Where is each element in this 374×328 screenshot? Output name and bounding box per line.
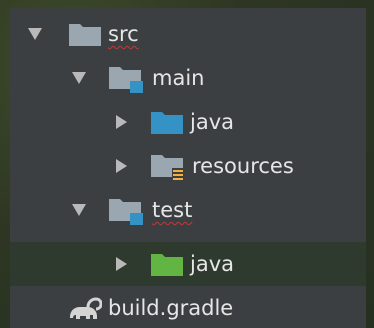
tree-item-main[interactable]: main bbox=[10, 56, 366, 100]
tree-item-build-gradle[interactable]: build.gradle bbox=[10, 286, 366, 328]
collapse-arrow-icon[interactable] bbox=[116, 257, 127, 271]
tree-item-label: java bbox=[190, 110, 234, 134]
tree-item-label: main bbox=[152, 66, 205, 90]
test-module-folder-icon bbox=[108, 196, 148, 230]
tree-item-label: test bbox=[152, 198, 193, 222]
folder-icon bbox=[68, 21, 102, 51]
project-tree-panel: src main java resources test java build.… bbox=[10, 8, 366, 328]
tree-item-label: resources bbox=[192, 154, 294, 178]
tree-item-test[interactable]: test bbox=[10, 188, 366, 232]
collapse-arrow-icon[interactable] bbox=[116, 115, 127, 129]
test-source-folder-icon bbox=[150, 251, 184, 281]
module-folder-icon bbox=[108, 64, 148, 98]
expand-arrow-icon[interactable] bbox=[72, 204, 86, 216]
tree-item-label: build.gradle bbox=[108, 296, 234, 320]
tree-item-java-test[interactable]: java bbox=[10, 242, 366, 286]
background: src main java resources test java build.… bbox=[0, 0, 374, 328]
tree-item-resources[interactable]: resources bbox=[10, 144, 366, 188]
tree-item-src[interactable]: src bbox=[10, 12, 366, 56]
expand-arrow-icon[interactable] bbox=[28, 28, 42, 40]
source-folder-icon bbox=[150, 109, 184, 139]
gradle-elephant-icon bbox=[66, 295, 103, 325]
tree-item-java-main[interactable]: java bbox=[10, 100, 366, 144]
tree-item-label: src bbox=[108, 22, 139, 46]
collapse-arrow-icon[interactable] bbox=[116, 159, 127, 173]
resources-folder-icon bbox=[150, 152, 190, 186]
tree-item-label: java bbox=[190, 252, 234, 276]
expand-arrow-icon[interactable] bbox=[72, 72, 86, 84]
